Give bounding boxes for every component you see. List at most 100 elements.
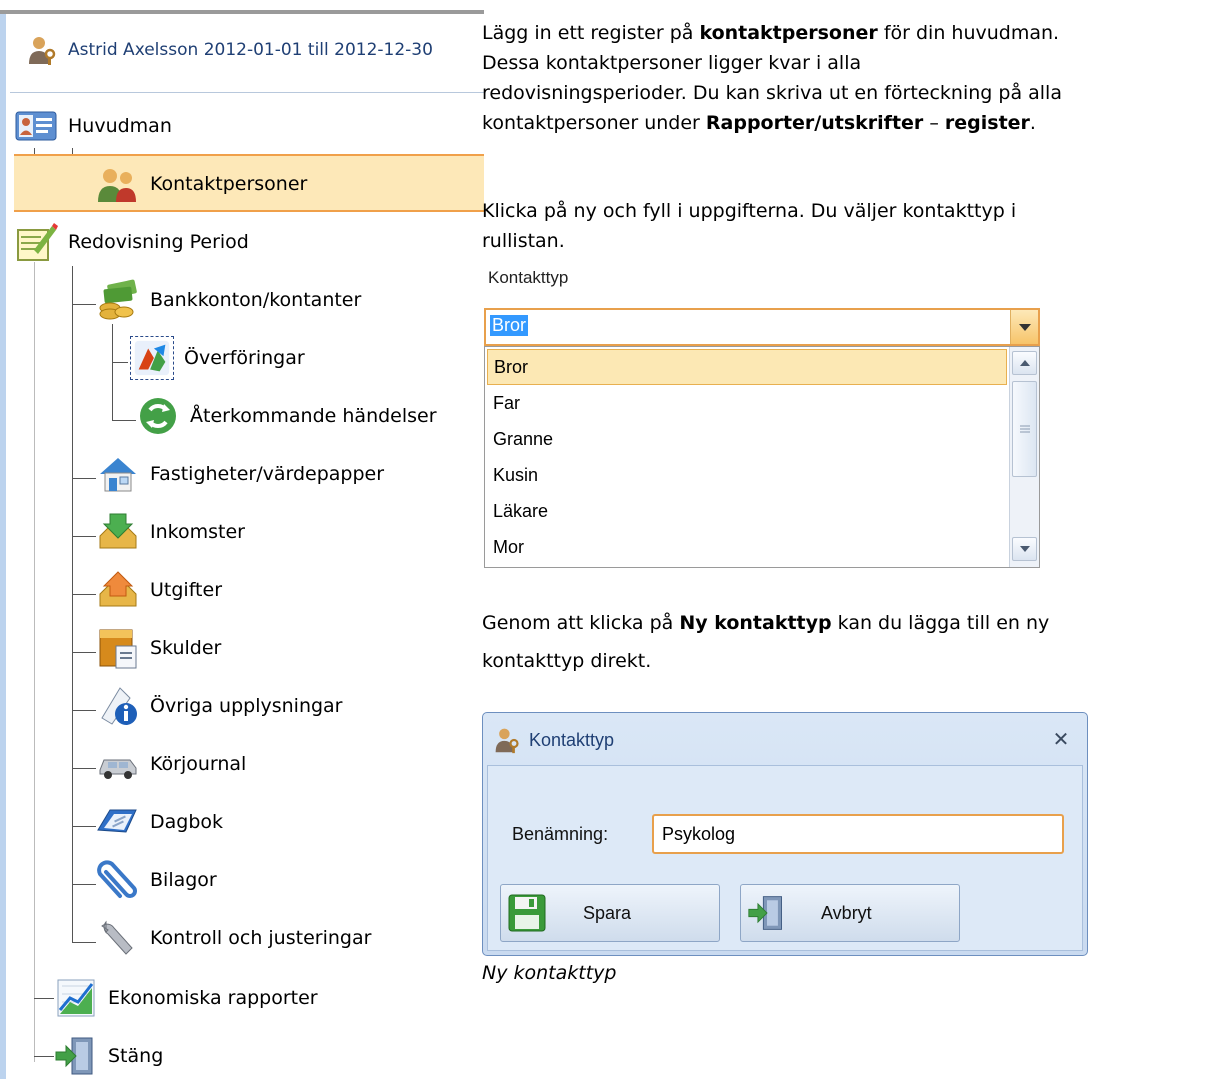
dropdown-option[interactable]: Bror (487, 349, 1007, 385)
intro-line-5: Klicka på ny och fyll i uppgifterna. Du … (482, 200, 1017, 222)
tree-line (112, 324, 113, 420)
tree-item-label: Bilagor (150, 869, 217, 891)
tree-item-skulder[interactable]: Skulder (96, 624, 221, 672)
tree-item-overforingar[interactable]: Överföringar (130, 334, 305, 382)
tree-line (34, 1056, 54, 1057)
intro-line-6: rullistan. (482, 230, 565, 252)
dropdown-option[interactable]: Granne (487, 421, 1007, 457)
kontakttyp-dialog: Kontakttyp ✕ Benämning: Spara Avbryt (482, 712, 1088, 956)
intro-line-1: Lägg in ett register på kontaktpersoner … (482, 18, 1059, 48)
house-icon (100, 458, 136, 492)
text: . (1029, 112, 1036, 134)
tree-item-label: Skulder (150, 637, 222, 659)
cancel-button-label: Avbryt (821, 902, 872, 923)
floppy-disk-icon (508, 894, 546, 932)
tree-line (72, 652, 96, 653)
tree-item-label: Kontroll och justeringar (150, 927, 372, 949)
dropdown-caption: Kontakttyp (488, 268, 569, 287)
bold-text: register (944, 112, 1030, 134)
chart-graph-icon (57, 979, 95, 1017)
tree-item-label: Kontaktpersoner (150, 173, 308, 195)
tree-item-stang[interactable]: Stäng (54, 1032, 163, 1079)
intro-line-4: kontaktpersoner under Rapporter/utskrift… (482, 108, 1036, 138)
tree-item-label: Återkommande händelser (190, 405, 437, 427)
benamning-label: Benämning: (512, 824, 609, 844)
paperclip-icon (97, 860, 137, 898)
tree-line (72, 826, 96, 827)
tree-item-ekonomiska-rapporter[interactable]: Ekonomiska rapporter (54, 974, 318, 1022)
scroll-up-icon[interactable] (1012, 351, 1037, 375)
tree-item-label: Bankkonton/kontanter (150, 289, 362, 311)
dialog-titlebar: Kontakttyp (483, 713, 1087, 767)
dropdown-option[interactable]: Mor (487, 529, 1007, 565)
tree-item-aterkommande-handelser[interactable]: Återkommande händelser (136, 392, 437, 440)
scrollbar-thumb[interactable] (1012, 381, 1037, 477)
panel-left-border (0, 14, 6, 1079)
bold-text: Rapporter/utskrifter (705, 112, 924, 134)
mid-line-1: Genom att klicka på Ny kontakttyp kan du… (482, 608, 1049, 638)
tree-line (34, 262, 35, 1062)
tree-item-label: Inkomster (150, 521, 245, 543)
text: – (923, 112, 945, 134)
exit-door-icon (55, 1037, 93, 1075)
open-book-icon (97, 809, 137, 833)
scroll-down-icon[interactable] (1012, 537, 1037, 561)
tree-item-label: Körjournal (150, 753, 247, 775)
intro-line-2: Dessa kontaktpersoner ligger kvar i alla (482, 52, 862, 74)
tree-item-label: Redovisning Period (68, 231, 249, 253)
dialog-body: Benämning: Spara Avbryt (487, 765, 1083, 951)
figure-caption: Ny kontakttyp (482, 962, 617, 984)
save-button-label: Spara (583, 902, 632, 923)
benamning-input[interactable] (652, 814, 1064, 854)
tree-item-redovisning-period[interactable]: Redovisning Period (14, 218, 249, 266)
intro-line-3: redovisningsperioder. Du kan skriva ut e… (482, 82, 1062, 104)
mid-line-2: kontakttyp direkt. (482, 650, 652, 672)
tree-item-kontroll-och-justeringar[interactable]: Kontroll och justeringar (96, 914, 371, 962)
text: kontaktpersoner under (482, 112, 706, 134)
dropdown-option[interactable]: Läkare (487, 493, 1007, 529)
tree-item-bilagor[interactable]: Bilagor (96, 856, 217, 904)
tree-item-label: Överföringar (184, 347, 305, 369)
tree-item-huvudman[interactable]: Huvudman (14, 102, 172, 150)
dropdown-arrow-icon[interactable] (1010, 310, 1038, 344)
save-button[interactable]: Spara (500, 884, 720, 942)
ledger-book-icon (99, 629, 137, 669)
dropdown-option[interactable]: Far (487, 385, 1007, 421)
tree-line (72, 536, 96, 537)
person-key-icon (29, 37, 56, 65)
tree-item-label: Stäng (108, 1045, 164, 1067)
bold-text: Ny kontakttyp (679, 612, 832, 634)
wrench-icon (101, 920, 133, 955)
tree-line (72, 304, 96, 305)
dropdown-option[interactable]: Kusin (487, 457, 1007, 493)
outbox-up-arrow-icon (99, 571, 137, 607)
tree-item-korjournal[interactable]: Körjournal (96, 740, 246, 788)
vertical-scrollbar[interactable] (1009, 347, 1039, 567)
inbox-down-arrow-icon (99, 513, 137, 549)
tree-item-label: Övriga upplysningar (150, 695, 343, 717)
tree-item-inkomster[interactable]: Inkomster (96, 508, 245, 556)
kontakttyp-combobox[interactable]: Bror (484, 308, 1040, 346)
tree-item-label: Fastigheter/värdepapper (150, 463, 385, 485)
tree-item-utgifter[interactable]: Utgifter (96, 566, 222, 614)
tree-item-bankkonton[interactable]: Bankkonton/kontanter (96, 276, 361, 324)
transfer-arrows-icon (130, 336, 174, 380)
tree-line (72, 710, 96, 711)
tree-item-dagbok[interactable]: Dagbok (96, 798, 223, 846)
tree-line (72, 768, 96, 769)
tree-header: Astrid Axelsson 2012-01-01 till 2012-12-… (6, 28, 484, 72)
close-icon[interactable]: ✕ (1049, 727, 1073, 751)
tree-line (72, 884, 96, 885)
info-document-icon (101, 687, 137, 725)
tree-line (112, 362, 128, 363)
tree-line (72, 594, 96, 595)
tree-item-ovriga-upplysningar[interactable]: Övriga upplysningar (96, 682, 343, 730)
cancel-button[interactable]: Avbryt (740, 884, 960, 942)
tree-item-kontaktpersoner[interactable]: Kontaktpersoner (96, 160, 307, 208)
person-key-icon (495, 728, 519, 754)
exit-door-icon (748, 896, 782, 930)
dialog-title: Kontakttyp (529, 729, 615, 750)
tree-item-fastigheter[interactable]: Fastigheter/värdepapper (96, 450, 384, 498)
header-separator (10, 92, 484, 93)
dropdown-list: Bror Far Granne Kusin Läkare Mor (484, 346, 1040, 568)
